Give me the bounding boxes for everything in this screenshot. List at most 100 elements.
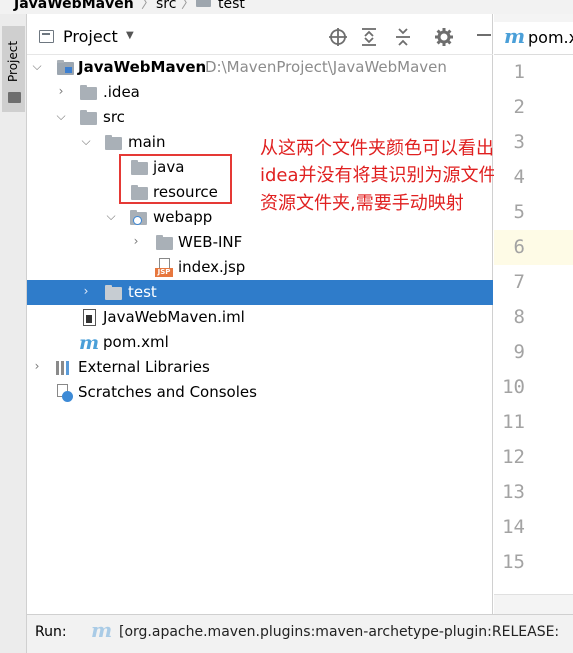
folder-icon xyxy=(80,110,97,125)
chevron-right-icon[interactable]: › xyxy=(55,84,67,98)
line-number: 10 xyxy=(502,376,525,398)
line-number: 15 xyxy=(502,551,525,573)
gutter-line: 3 xyxy=(494,125,573,160)
tree-label: JavaWebMaven xyxy=(78,58,207,76)
tree-label: webapp xyxy=(153,208,213,226)
gutter-line-current: 6 xyxy=(494,230,573,265)
tree-label: .idea xyxy=(103,83,140,101)
tree-row-idea[interactable]: › .idea xyxy=(27,80,493,105)
editor-tab-pom[interactable]: m pom.xml xyxy=(494,22,573,54)
gutter-line: 4 xyxy=(494,160,573,195)
folder-icon xyxy=(105,135,122,150)
gutter-line: 8 xyxy=(494,300,573,335)
collapse-all-icon[interactable] xyxy=(392,26,414,48)
gutter-line: 11 xyxy=(494,405,573,440)
line-number: 4 xyxy=(513,166,525,188)
tree-label: pom.xml xyxy=(103,333,169,351)
tool-window-strip: Project xyxy=(0,14,27,653)
gutter-line: 7 xyxy=(494,265,573,300)
line-number: 9 xyxy=(513,341,525,363)
run-bar: Run: m [org.apache.maven.plugins:maven-a… xyxy=(27,614,573,653)
tree-label: main xyxy=(128,133,166,151)
tree-row-src[interactable]: ⌵ src xyxy=(27,105,493,130)
hide-icon[interactable] xyxy=(477,34,491,36)
gutter-line: 14 xyxy=(494,510,573,545)
project-panel-header: Project ▼ xyxy=(27,22,493,52)
annotation-text-line: idea并没有将其识别为源文件夹和 xyxy=(260,165,533,186)
chevron-down-icon[interactable]: ⌵ xyxy=(31,59,43,74)
gutter-line: 15 xyxy=(494,545,573,580)
tree-label: src xyxy=(103,108,125,126)
annotation-text-line: 从这两个文件夹颜色可以看出, xyxy=(260,138,500,159)
tree-row-pom[interactable]: m pom.xml xyxy=(27,330,493,355)
run-configuration-text[interactable]: [org.apache.maven.plugins:maven-archetyp… xyxy=(119,624,559,640)
line-number: 14 xyxy=(502,516,525,538)
chevron-down-icon[interactable]: ⌵ xyxy=(55,109,67,124)
maven-icon: m xyxy=(79,332,100,354)
line-number: 12 xyxy=(502,446,525,468)
run-label: Run: xyxy=(35,624,67,640)
web-folder-icon xyxy=(130,210,147,225)
tree-row-test[interactable]: › test xyxy=(27,280,493,305)
line-number: 11 xyxy=(502,411,525,433)
breadcrumb: JavaWebMaven 〉 src 〉 test xyxy=(0,0,573,14)
libraries-icon xyxy=(56,361,73,375)
chevron-right-icon[interactable]: › xyxy=(80,284,92,298)
tree-row-scratches[interactable]: Scratches and Consoles xyxy=(27,380,493,405)
gutter-line: 5 xyxy=(494,195,573,230)
tree-row-external-libraries[interactable]: › External Libraries xyxy=(27,355,493,380)
breadcrumb-separator: 〉 xyxy=(141,0,155,12)
jsp-file-icon: JSP xyxy=(155,258,173,277)
folder-icon xyxy=(196,0,211,7)
iml-file-icon xyxy=(83,309,96,326)
chevron-down-icon[interactable]: ⌵ xyxy=(80,134,92,149)
tree-label: External Libraries xyxy=(78,358,210,376)
line-number: 3 xyxy=(513,131,525,153)
tree-label: WEB-INF xyxy=(178,233,243,251)
project-tool-tab-label: Project xyxy=(6,40,20,82)
tree-path: D:\MavenProject\JavaWebMaven xyxy=(205,58,447,76)
gutter-line: 12 xyxy=(494,440,573,475)
line-number: 7 xyxy=(513,271,525,293)
breadcrumb-test[interactable]: test xyxy=(218,0,245,13)
chevron-down-icon[interactable]: ⌵ xyxy=(105,209,117,224)
divider xyxy=(494,594,573,595)
breadcrumb-src[interactable]: src xyxy=(156,0,176,13)
chevron-down-icon[interactable]: ▼ xyxy=(126,30,134,41)
annotation-box xyxy=(119,154,232,204)
tree-row-indexjsp[interactable]: JSP index.jsp xyxy=(27,255,493,280)
tree-row-root[interactable]: ⌵ JavaWebMaven D:\MavenProject\JavaWebMa… xyxy=(27,55,493,80)
line-number: 1 xyxy=(513,61,525,83)
chevron-right-icon[interactable]: › xyxy=(130,234,142,248)
folder-icon xyxy=(156,235,173,250)
gutter-line: 1 xyxy=(494,55,573,90)
line-number: 8 xyxy=(513,306,525,328)
tree-label: test xyxy=(128,283,157,301)
project-view-icon xyxy=(39,30,54,43)
tree-label: index.jsp xyxy=(178,258,246,276)
folder-icon xyxy=(105,285,122,300)
module-folder-icon xyxy=(57,60,74,75)
chevron-right-icon[interactable]: › xyxy=(31,359,43,373)
line-number: 6 xyxy=(513,236,525,258)
scratches-icon xyxy=(56,384,74,403)
project-tool-tab[interactable]: Project xyxy=(2,26,25,112)
folder-icon xyxy=(8,92,21,103)
locate-icon[interactable] xyxy=(327,26,349,48)
project-panel-title[interactable]: Project xyxy=(63,27,118,46)
gutter-line: 10 xyxy=(494,370,573,405)
editor-area: m pom.xml 1 2 3 4 5 6 7 8 9 10 11 12 13 … xyxy=(494,14,573,614)
annotation-text-line: 资源文件夹,需要手动映射 xyxy=(260,193,464,214)
line-number: 5 xyxy=(513,201,525,223)
tree-row-iml[interactable]: JavaWebMaven.iml xyxy=(27,305,493,330)
breadcrumb-separator: 〉 xyxy=(181,0,195,12)
maven-icon: m xyxy=(91,618,113,642)
tree-label: Scratches and Consoles xyxy=(78,383,257,401)
expand-all-icon[interactable] xyxy=(358,26,380,48)
gear-icon[interactable] xyxy=(433,26,455,48)
breadcrumb-project[interactable]: JavaWebMaven xyxy=(14,0,134,13)
tree-row-webinf[interactable]: › WEB-INF xyxy=(27,230,493,255)
gutter-line: 13 xyxy=(494,475,573,510)
line-number: 13 xyxy=(502,481,525,503)
gutter-line: 2 xyxy=(494,90,573,125)
